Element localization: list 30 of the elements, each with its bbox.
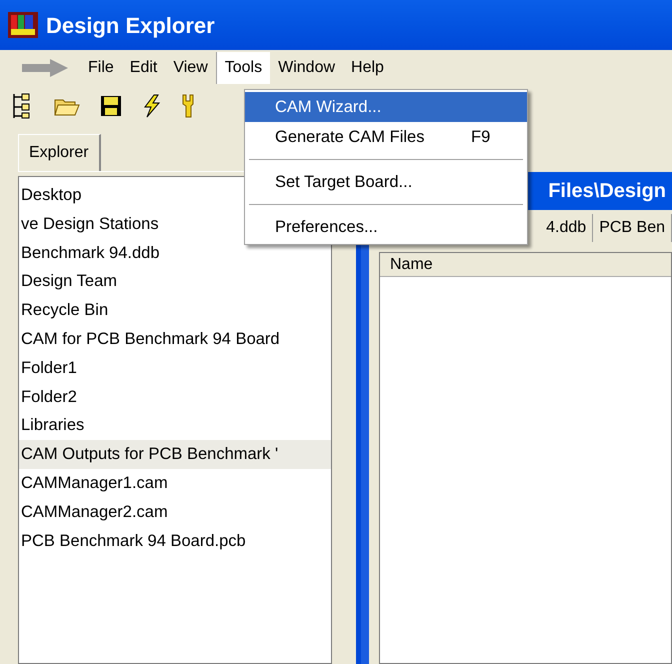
menu-item[interactable]: File — [80, 52, 122, 84]
lightning-icon[interactable] — [142, 94, 162, 118]
wrench-icon[interactable] — [182, 94, 194, 118]
tree-item[interactable]: Recycle Bin — [19, 296, 331, 325]
tree-item[interactable]: CAM for PCB Benchmark 94 Board — [19, 324, 331, 354]
document-tab[interactable]: 4.ddb — [540, 214, 594, 242]
window-title: Design Explorer — [46, 12, 215, 40]
menu-item[interactable]: Tools — [216, 52, 270, 84]
column-header[interactable]: Name — [380, 253, 671, 276]
document-title: Files\Design — [548, 179, 666, 204]
tree-item[interactable]: Folder2 — [19, 382, 331, 412]
explorer-tab[interactable]: Explorer — [18, 134, 101, 171]
tree-item[interactable]: CAMManager1.cam — [19, 468, 331, 498]
menu-item[interactable]: Help — [343, 52, 392, 84]
menu-item[interactable]: Edit — [122, 52, 166, 84]
tree-item[interactable]: Libraries — [19, 411, 331, 440]
tree-item[interactable]: CAMManager2.cam — [19, 498, 331, 527]
shortcut-text: F9 — [471, 126, 490, 148]
tree-item[interactable]: Folder1 — [19, 354, 331, 383]
tree-item[interactable]: Design Team — [19, 267, 331, 296]
menu-entry[interactable]: Set Target Board... — [245, 167, 527, 197]
menu-item[interactable]: View — [165, 52, 216, 84]
tree-item[interactable]: CAM Outputs for PCB Benchmark ' — [19, 440, 331, 469]
menu-item[interactable]: Window — [270, 52, 344, 84]
save-icon[interactable] — [100, 95, 122, 117]
menu-entry[interactable]: Generate CAM Files F9 — [245, 122, 527, 152]
menu-entry[interactable]: CAM Wizard... — [245, 92, 527, 122]
app-icon — [8, 12, 38, 38]
document-tab[interactable]: PCB Ben — [593, 214, 672, 242]
tree-item[interactable]: PCB Benchmark 94 Board.pcb — [19, 526, 331, 556]
